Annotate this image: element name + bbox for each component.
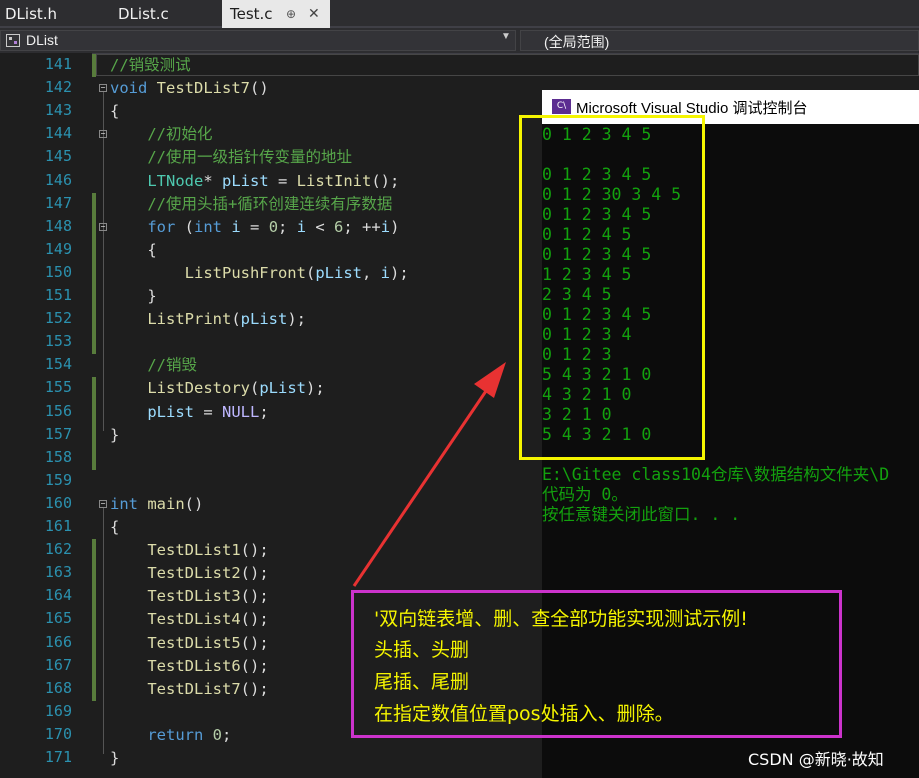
annotation-line: 尾插、尾删 xyxy=(374,671,470,693)
annotation-line: '双向链表增、删、查全部功能实现测试示例! xyxy=(374,608,748,630)
annotation-line: 头插、头删 xyxy=(374,639,470,661)
annotation-line: 在指定数值位置pos处插入、删除。 xyxy=(374,703,674,725)
watermark: CSDN @新晓·故知 xyxy=(748,750,884,769)
